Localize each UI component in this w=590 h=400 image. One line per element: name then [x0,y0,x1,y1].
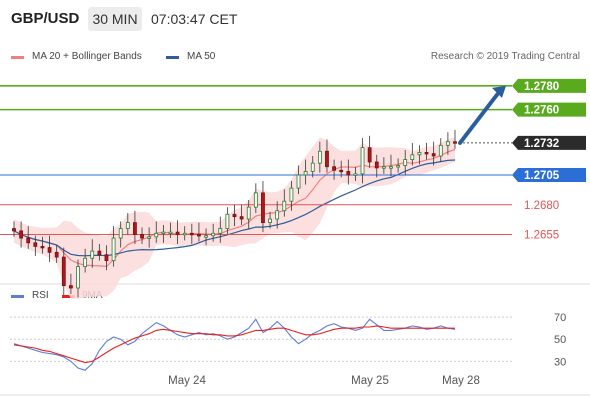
candle-body [367,147,372,163]
x-tick-label: May 25 [351,375,389,387]
candle-body [275,210,280,220]
candle-body [417,152,422,156]
candle-body [197,234,201,237]
candle-body [453,141,457,144]
trend-arrow-shaft [458,88,502,145]
candle-body [396,165,400,168]
price-chart: 1.2780 1.2760 1.2732 1.2705 1.2680 1.2655 May … [0,78,590,396]
candle-body [26,237,31,244]
rsi-y-tick-label: 30 [554,356,566,368]
candle-body [33,242,38,247]
rsi-y-tick-label: 50 [554,334,566,346]
candle-body [332,166,336,171]
candle-body [246,206,251,220]
candle-body [111,237,116,262]
candle-body [296,174,301,189]
level-label-target: 1.2780 [524,81,559,93]
candle-body [431,153,436,157]
candle-body [289,187,294,202]
x-tick-label: May 24 [168,375,206,387]
candle-body [253,192,258,208]
candle-body [389,166,393,169]
candle-body [90,250,95,259]
candle-body [282,200,287,212]
candle-body [268,218,272,223]
level-label-last: 1.2732 [524,138,559,150]
candle-body [346,171,351,176]
candle-body [353,173,358,176]
level-label-target: 1.2760 [524,105,559,117]
candle-body [239,216,244,220]
level-label-support: 1.2680 [524,200,559,212]
candle-body [19,230,24,239]
x-tick-label: May 28 [442,375,480,387]
candle-body [424,152,429,155]
candle-body [83,257,88,267]
candle-body [211,232,216,237]
candle-body [61,256,66,287]
candle-body [310,162,315,172]
candle-body [69,285,73,289]
candle-body [133,222,137,235]
candle-body [438,144,443,157]
level-label-support: 1.2655 [524,229,559,241]
candle-body [317,150,322,164]
candle-body [325,150,329,168]
candle-body [381,166,386,169]
candle-body [232,213,237,218]
candle-body [225,213,230,229]
candle-body [218,228,223,234]
candle-body [303,171,308,176]
candle-body [125,222,130,229]
candle-body [360,147,365,175]
candle-body [118,228,123,239]
level-label-pivot: 1.2705 [524,170,560,182]
candle-body [339,169,344,173]
candle-body [261,192,265,223]
candle-body [40,245,45,249]
candle-body [76,266,80,289]
candle-body [410,154,415,160]
candle-body [161,231,166,235]
candle-body [189,232,194,236]
candle-body [182,232,187,236]
candle-body [54,251,59,258]
candle-body [204,235,208,238]
rsi-line [13,318,456,371]
candle-body [154,232,159,238]
candle-body [175,231,180,235]
candle-body [403,159,408,166]
candle-body [104,254,109,262]
candle-body [445,141,450,146]
candle-body [168,231,173,235]
candle-body [147,236,152,239]
candle-body [140,234,144,239]
rsi-y-tick-label: 70 [554,312,566,324]
candle-body [47,247,52,253]
rsi-9ma-line [13,325,455,364]
candle-body [97,250,102,256]
candle-body [374,161,379,169]
candle-body [12,228,16,232]
